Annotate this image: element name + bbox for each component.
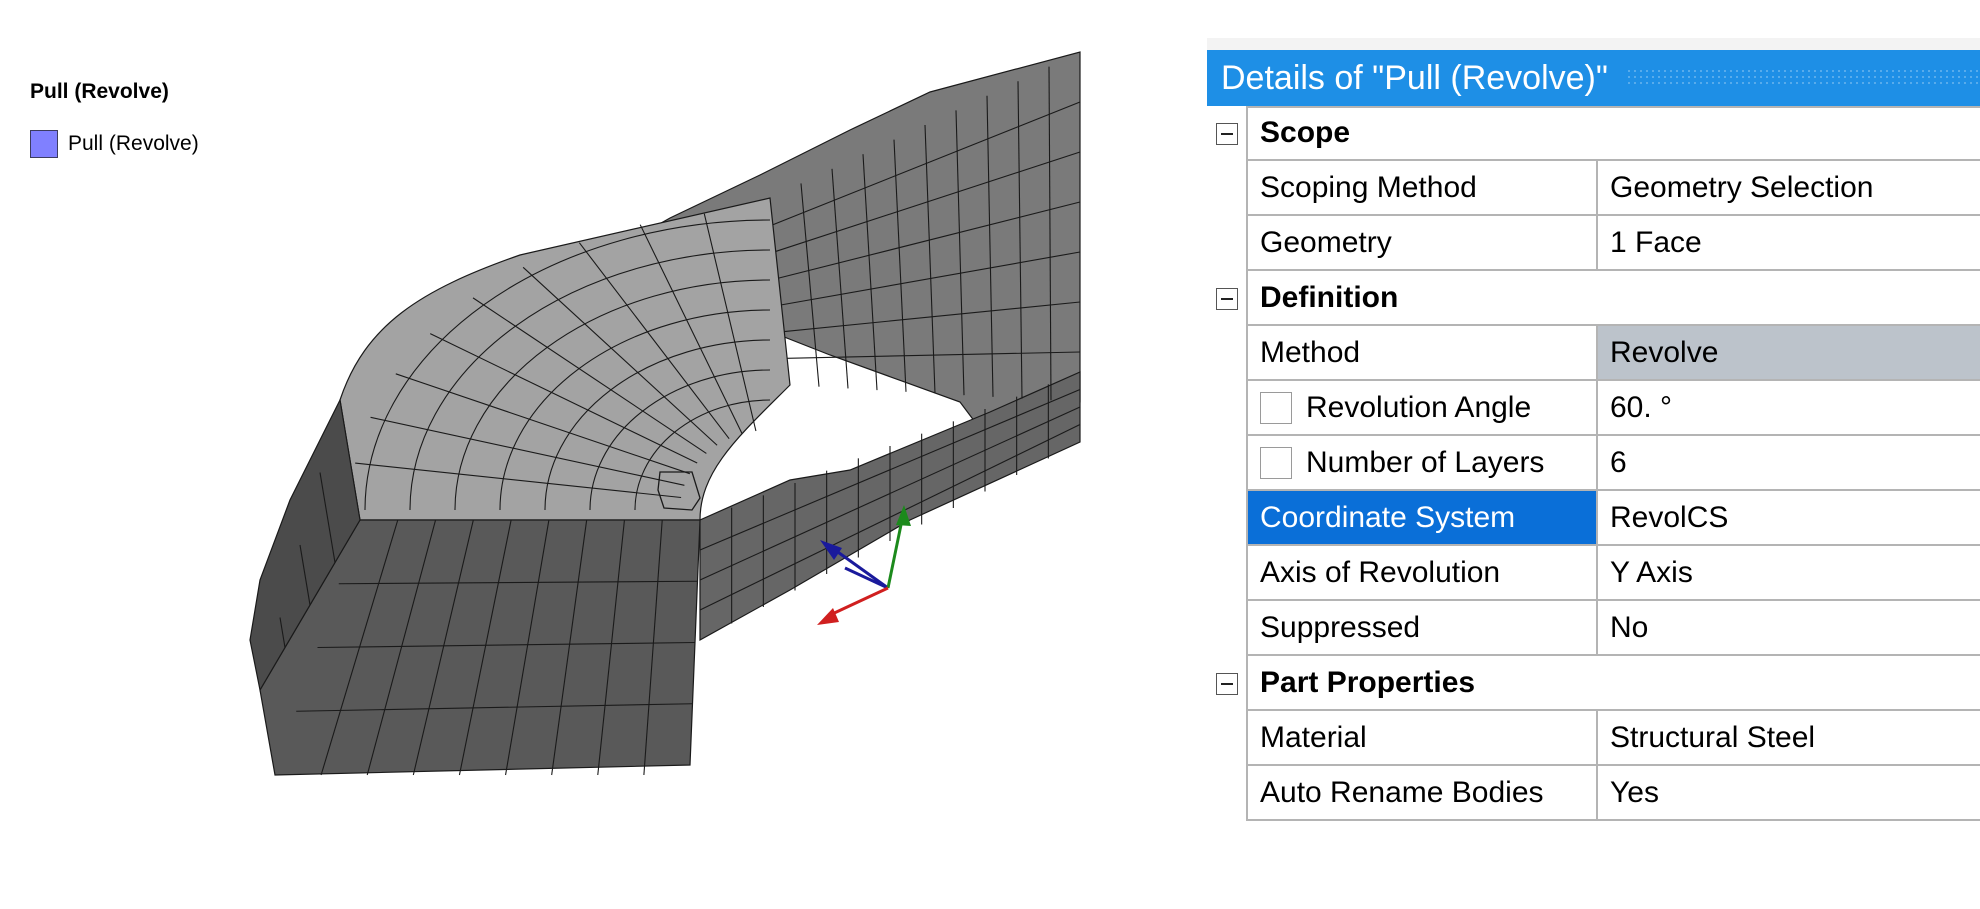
property-row-suppressed[interactable]: Suppressed No [1207,601,1980,656]
parameter-checkbox[interactable] [1260,446,1292,479]
legend-title: Pull (Revolve) [30,80,169,103]
legend-item-label: Pull (Revolve) [68,132,199,155]
property-label: Material [1246,711,1596,766]
property-label: Method [1246,326,1596,381]
property-row-coordinate-system[interactable]: Coordinate System RevolCS [1207,491,1980,546]
details-header[interactable]: Details of "Pull (Revolve)" [1207,50,1980,106]
property-label: Suppressed [1246,601,1596,656]
details-title: Details of "Pull (Revolve)" [1221,58,1608,97]
property-row-auto-rename-bodies[interactable]: Auto Rename Bodies Yes [1207,766,1980,821]
property-value[interactable]: 1 Face [1596,216,1980,271]
property-label-with-checkbox: Number of Layers [1246,436,1596,491]
category-label: Scope [1246,106,1980,161]
property-value[interactable]: No [1596,601,1980,656]
details-grid: Scope Scoping Method Geometry Selection … [1207,106,1980,821]
legend-item: Pull (Revolve) [30,130,199,158]
property-value[interactable]: Geometry Selection [1596,161,1980,216]
property-row-geometry[interactable]: Geometry 1 Face [1207,216,1980,271]
x-axis-arrow-icon [817,608,839,625]
property-value[interactable]: Yes [1596,766,1980,821]
legend-color-swatch [30,130,58,158]
property-label-selected[interactable]: Coordinate System [1246,491,1596,546]
legend: Pull (Revolve) Pull (Revolve) [30,80,199,158]
property-value[interactable]: Structural Steel [1596,711,1980,766]
collapse-part-properties-icon[interactable] [1215,672,1238,695]
category-label: Part Properties [1246,656,1980,711]
property-label: Revolution Angle [1306,390,1532,424]
mesh-model[interactable] [230,40,1100,800]
property-label: Scoping Method [1246,161,1596,216]
category-definition: Definition [1207,271,1980,326]
category-scope: Scope [1207,106,1980,161]
property-row-material[interactable]: Material Structural Steel [1207,711,1980,766]
panel-top-strip [1207,38,1980,50]
property-label: Axis of Revolution [1246,546,1596,601]
property-value[interactable]: 60. ° [1596,381,1980,436]
property-label-with-checkbox: Revolution Angle [1246,381,1596,436]
property-value[interactable]: 6 [1596,436,1980,491]
property-label: Geometry [1246,216,1596,271]
collapse-definition-icon[interactable] [1215,287,1238,310]
property-value[interactable]: Y Axis [1596,546,1980,601]
parameter-checkbox[interactable] [1260,391,1292,424]
property-label: Number of Layers [1306,445,1545,479]
collapse-scope-icon[interactable] [1215,122,1238,145]
category-label: Definition [1246,271,1980,326]
details-panel: Details of "Pull (Revolve)" Scope Scopin… [1207,38,1980,838]
category-part-properties: Part Properties [1207,656,1980,711]
property-row-scoping-method[interactable]: Scoping Method Geometry Selection [1207,161,1980,216]
property-value[interactable]: RevolCS [1596,491,1980,546]
method-dropdown[interactable]: Revolve [1596,326,1980,381]
property-row-axis-of-revolution[interactable]: Axis of Revolution Y Axis [1207,546,1980,601]
graphics-viewport[interactable] [230,40,1100,800]
property-row-revolution-angle[interactable]: Revolution Angle 60. ° [1207,381,1980,436]
property-label: Auto Rename Bodies [1246,766,1596,821]
property-row-number-of-layers[interactable]: Number of Layers 6 [1207,436,1980,491]
header-drag-grip[interactable] [1625,68,1980,88]
property-row-method[interactable]: Method Revolve [1207,326,1980,381]
